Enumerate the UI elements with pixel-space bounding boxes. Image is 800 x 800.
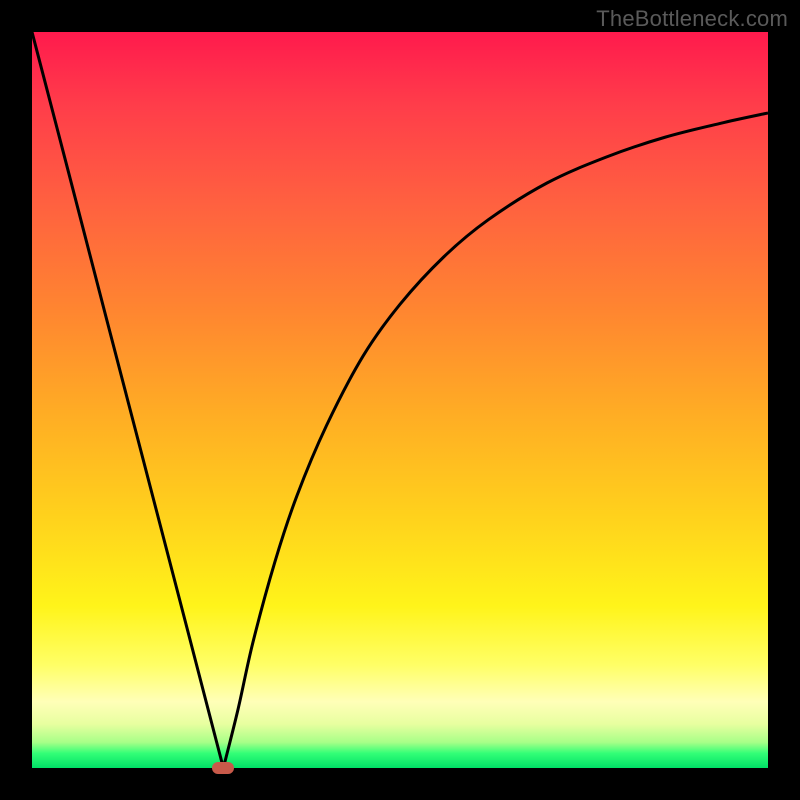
curve-line <box>32 32 768 768</box>
chart-plot-area <box>32 32 768 768</box>
watermark-text: TheBottleneck.com <box>596 6 788 32</box>
bottleneck-curve <box>32 32 768 768</box>
min-point-marker <box>212 762 234 774</box>
